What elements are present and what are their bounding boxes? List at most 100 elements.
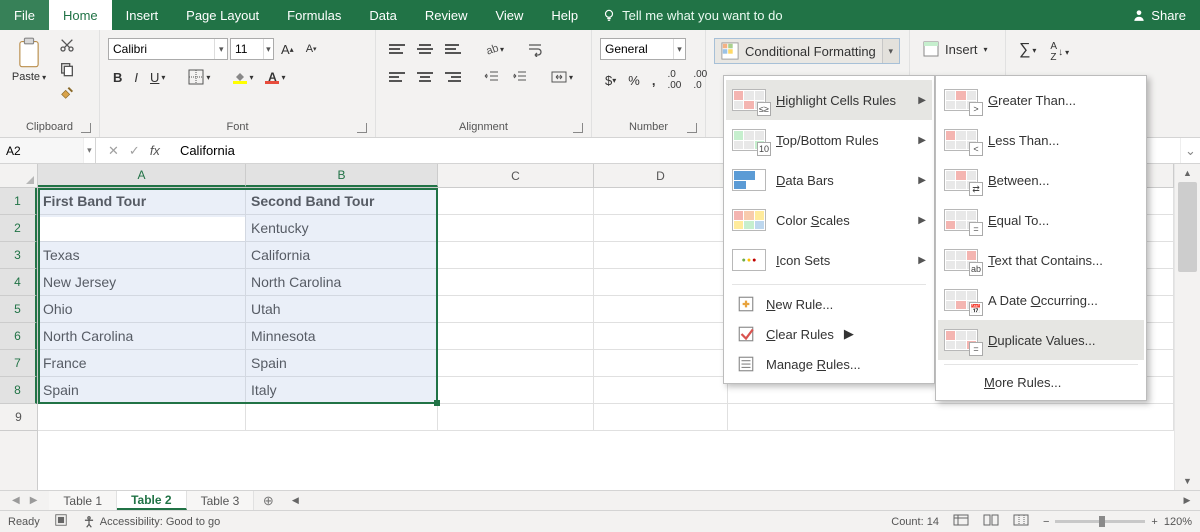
menu-text-contains[interactable]: ab Text that Contains... [938,240,1144,280]
menu-more-rules[interactable]: More Rules... [938,369,1144,396]
share-button[interactable]: Share [1118,0,1200,30]
macro-record-icon[interactable] [54,513,68,530]
column-header-B[interactable]: B [246,164,438,187]
tab-file[interactable]: File [0,0,49,30]
chevron-down-icon[interactable]: ▾ [83,138,95,163]
tab-review[interactable]: Review [411,0,482,30]
row-header-1[interactable]: 1 [0,188,37,215]
tab-insert[interactable]: Insert [112,0,173,30]
tab-home[interactable]: Home [49,0,112,30]
cell[interactable] [438,323,594,350]
cell[interactable] [438,377,594,404]
row-header-9[interactable]: 9 [0,404,37,431]
expand-formula-bar-button[interactable]: ⌄ [1180,138,1200,163]
cut-button[interactable] [54,34,80,56]
menu-between[interactable]: ⇄ Between... [938,160,1144,200]
menu-clear-rules[interactable]: Clear Rules ▶ [726,319,932,349]
sheet-nav-prev[interactable]: ◀ [12,495,20,506]
cell[interactable]: Utah [246,296,438,323]
chevron-down-icon[interactable]: ▾ [214,39,227,59]
font-size-input[interactable] [231,42,263,56]
horizontal-scrollbar[interactable]: ◀ ▶ [282,491,1200,510]
increase-decimal-button[interactable]: .0.00 [662,66,686,94]
tab-data[interactable]: Data [355,0,410,30]
tab-help[interactable]: Help [537,0,592,30]
cell[interactable] [438,350,594,377]
zoom-out-button[interactable]: − [1043,516,1049,528]
row-header-2[interactable]: 2 [0,215,37,242]
cell[interactable]: First Band Tour [38,188,246,215]
number-format-combo[interactable]: ▾ [600,38,686,60]
font-size-combo[interactable]: ▾ [230,38,274,60]
cell[interactable] [438,188,594,215]
zoom-in-button[interactable]: + [1151,516,1157,528]
format-painter-button[interactable] [54,82,80,104]
scroll-thumb[interactable] [1178,182,1197,272]
menu-highlight-cells-rules[interactable]: ≤≥ Highlight Cells Rules ▶ [726,80,932,120]
cell[interactable] [438,269,594,296]
bold-button[interactable]: B [108,67,127,88]
cell[interactable] [594,296,728,323]
view-page-break-button[interactable] [1013,514,1029,529]
column-header-A[interactable]: A [38,164,246,187]
cell[interactable]: New Jersey [38,269,246,296]
fill-color-button[interactable]: ▾ [228,68,258,87]
increase-font-button[interactable]: A▴ [276,39,299,60]
merge-center-button[interactable]: ▾ [546,66,578,88]
column-header-D[interactable]: D [594,164,728,187]
italic-button[interactable]: I [129,67,143,88]
comma-button[interactable]: , [647,70,661,91]
menu-greater-than[interactable]: > Greater Than... [938,80,1144,120]
sheet-tab[interactable]: Table 1 [49,491,117,510]
cell[interactable] [594,269,728,296]
chevron-down-icon[interactable]: ▾ [263,39,273,59]
font-name-combo[interactable]: ▾ [108,38,228,60]
column-header-C[interactable]: C [438,164,594,187]
menu-manage-rules[interactable]: Manage Rules... [726,349,932,379]
row-header-6[interactable]: 6 [0,323,37,350]
align-middle-button[interactable] [412,39,438,59]
cell[interactable] [594,404,728,431]
font-name-input[interactable] [109,42,214,56]
menu-new-rule[interactable]: New Rule... [726,289,932,319]
cell[interactable] [594,242,728,269]
number-format-input[interactable] [601,42,673,56]
vertical-scrollbar[interactable]: ▲ ▼ [1174,164,1200,490]
cell[interactable] [38,404,246,431]
cell[interactable] [246,404,438,431]
view-page-layout-button[interactable] [983,514,999,529]
tab-view[interactable]: View [481,0,537,30]
align-center-button[interactable] [412,67,438,87]
cell[interactable]: Spain [246,350,438,377]
cell[interactable] [438,296,594,323]
cancel-formula-button[interactable]: ✕ [108,143,119,159]
paste-button[interactable]: Paste▾ [8,34,50,86]
enter-formula-button[interactable]: ✓ [129,143,140,159]
borders-button[interactable]: ▾ [183,66,215,88]
align-left-button[interactable] [384,67,410,87]
menu-top-bottom-rules[interactable]: 10 Top/Bottom Rules ▶ [726,120,932,160]
row-headers[interactable]: 123456789 [0,188,38,490]
menu-color-scales[interactable]: Color Scales ▶ [726,200,932,240]
copy-button[interactable] [54,58,80,80]
scroll-right-button[interactable]: ▶ [1180,495,1194,506]
cell[interactable]: Spain [38,377,246,404]
cell[interactable] [594,377,728,404]
fx-button[interactable]: fx [150,143,160,158]
cell[interactable] [594,350,728,377]
decrease-indent-button[interactable] [479,66,505,88]
zoom-level[interactable]: 120% [1164,516,1192,528]
clipboard-launcher[interactable] [81,123,91,133]
sheet-tab[interactable]: Table 2 [117,491,186,510]
menu-icon-sets[interactable]: ●●● Icon Sets ▶ [726,240,932,280]
scroll-up-button[interactable]: ▲ [1175,164,1200,182]
row-header-7[interactable]: 7 [0,350,37,377]
cell[interactable]: North Carolina [38,323,246,350]
underline-button[interactable]: U▾ [145,67,170,88]
conditional-formatting-button[interactable]: Conditional Formatting ▾ [714,38,900,64]
sort-filter-button[interactable]: AZ↓▾ [1045,38,1074,66]
orientation-button[interactable]: ab▾ [479,38,509,60]
select-all-button[interactable] [0,164,38,188]
insert-cells-button[interactable]: Insert ▾ [918,38,993,60]
cell[interactable] [594,215,728,242]
